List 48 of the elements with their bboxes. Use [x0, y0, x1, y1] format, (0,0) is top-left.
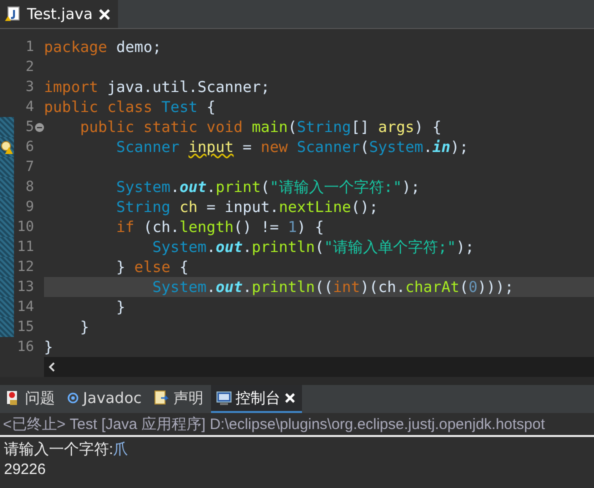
code-line: public static void main(String[] args) {	[79, 117, 442, 137]
line-number: 3	[24, 79, 34, 95]
panel-tab[interactable]: Javadoc	[62, 385, 149, 413]
tab-title: Test.java	[27, 5, 93, 23]
line-number: 6	[24, 139, 34, 155]
warning-icon[interactable]	[1, 140, 14, 154]
code-line: public class Test {	[44, 97, 217, 117]
line-number: 14	[16, 299, 34, 315]
panel-tab[interactable]: 问题	[0, 385, 62, 413]
line-number: 7	[24, 159, 34, 175]
javadoc-icon	[67, 392, 79, 404]
code-line: package demo;	[44, 37, 162, 57]
code-line: import java.util.Scanner;	[44, 77, 271, 97]
console-output-line: 29226	[4, 460, 47, 479]
code-line: }	[79, 317, 90, 337]
horizontal-scrollbar[interactable]	[44, 357, 594, 377]
line-number: 4	[24, 99, 34, 115]
collapse-icon[interactable]	[34, 122, 44, 132]
close-icon[interactable]	[284, 393, 295, 403]
line-number: 9	[24, 199, 34, 215]
java-file-icon	[5, 6, 21, 22]
console-header: <已终止> Test [Java 应用程序] D:\eclipse\plugins\org.eclipse.justj.openjdk.hotspot	[0, 413, 594, 437]
declaration-icon	[154, 390, 170, 406]
close-icon[interactable]	[98, 8, 110, 20]
console-output-line: 请输入一个字符:爪	[4, 440, 130, 459]
panel-tab[interactable]: 声明	[148, 385, 211, 413]
line-number: 11	[16, 239, 34, 255]
editor-tab[interactable]: Test.java	[0, 0, 118, 28]
code-line: Scanner input = new Scanner(System.in);	[115, 137, 470, 157]
line-number: 16	[16, 339, 34, 355]
panel-tab[interactable]: 控制台	[210, 385, 302, 413]
line-number: 15	[16, 319, 34, 335]
code-line: System.out.println("请输入单个字符;");	[151, 237, 476, 257]
code-line: System.out.print("请输入一个字符:");	[115, 177, 421, 197]
scroll-left-icon[interactable]	[48, 362, 56, 372]
line-number: 12	[16, 259, 34, 275]
line-number: 5	[24, 119, 34, 135]
code-line: }	[44, 337, 54, 357]
line-number: 13	[16, 279, 34, 295]
code-line: String ch = input.nextLine();	[115, 197, 380, 217]
code-line: if (ch.length() != 1) {	[115, 217, 325, 237]
line-number: 8	[24, 179, 34, 195]
code-line: }	[115, 297, 126, 317]
line-number: 2	[24, 59, 34, 75]
console-icon	[216, 390, 232, 406]
line-number: 1	[24, 39, 34, 55]
code-line: } else {	[115, 257, 190, 277]
line-number: 10	[16, 219, 34, 235]
